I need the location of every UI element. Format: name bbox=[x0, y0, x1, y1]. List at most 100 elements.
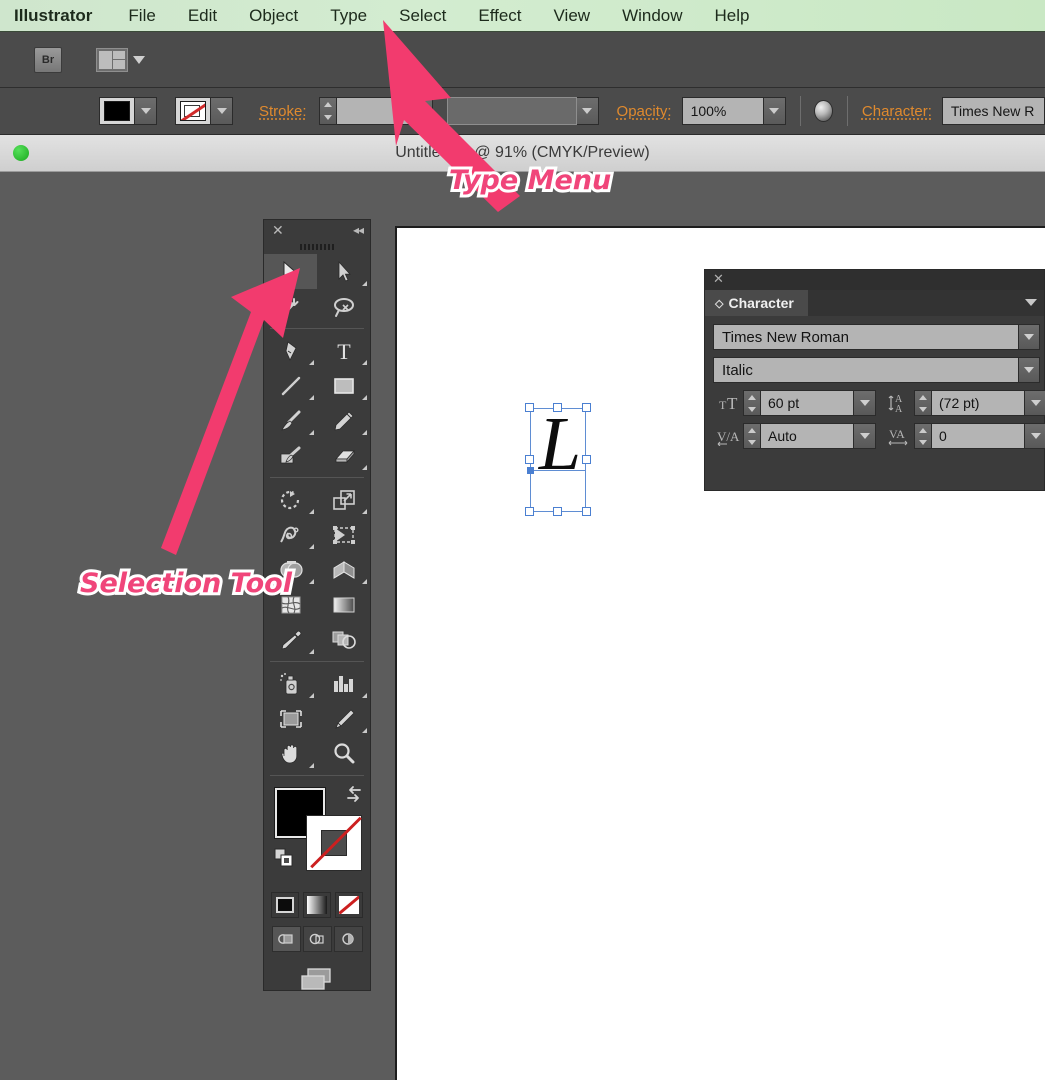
tool-column-graph-tool[interactable] bbox=[317, 666, 370, 701]
opacity-input[interactable]: 100% bbox=[681, 97, 764, 125]
menu-item-edit[interactable]: Edit bbox=[172, 1, 233, 31]
tracking-stepper[interactable] bbox=[914, 423, 931, 449]
handle-top-left[interactable] bbox=[525, 403, 534, 412]
stepper-up-icon[interactable] bbox=[748, 427, 756, 433]
close-icon[interactable]: ✕ bbox=[713, 272, 724, 286]
stroke-weight-stepper[interactable] bbox=[318, 97, 336, 125]
stroke-weight-dropdown-button[interactable] bbox=[410, 97, 433, 125]
menu-item-window[interactable]: Window bbox=[606, 1, 698, 31]
selected-text-object[interactable]: L bbox=[525, 403, 591, 516]
flyout-indicator-icon[interactable] bbox=[362, 728, 367, 733]
default-fill-stroke-icon[interactable] bbox=[274, 848, 294, 868]
tool-type-tool[interactable]: T bbox=[317, 333, 370, 368]
flyout-indicator-icon[interactable] bbox=[309, 544, 314, 549]
font-size-input[interactable]: 60 pt bbox=[760, 390, 854, 416]
tool-rectangle-tool[interactable] bbox=[317, 368, 370, 403]
draw-behind-button[interactable] bbox=[302, 926, 332, 952]
stepper-down-icon[interactable] bbox=[748, 406, 756, 412]
handle-middle-left[interactable] bbox=[525, 455, 534, 464]
chevron-down-icon[interactable] bbox=[133, 55, 145, 64]
stroke-weight-input[interactable] bbox=[335, 97, 411, 125]
opacity-dropdown-button[interactable] bbox=[763, 97, 786, 125]
flyout-indicator-icon[interactable] bbox=[309, 509, 314, 514]
menu-item-type[interactable]: Type bbox=[314, 1, 383, 31]
font-style-dropdown-button[interactable] bbox=[1018, 357, 1040, 383]
menu-item-object[interactable]: Object bbox=[233, 1, 314, 31]
stroke-color-swatch[interactable] bbox=[306, 815, 362, 871]
leading-stepper[interactable] bbox=[914, 390, 931, 416]
tool-scale-tool[interactable] bbox=[317, 482, 370, 517]
tool-free-transform-tool[interactable] bbox=[317, 517, 370, 552]
tool-paintbrush-tool[interactable] bbox=[264, 403, 317, 438]
menu-item-help[interactable]: Help bbox=[699, 1, 766, 31]
flyout-indicator-icon[interactable] bbox=[362, 693, 367, 698]
flyout-indicator-icon[interactable] bbox=[362, 395, 367, 400]
tool-artboard-tool[interactable] bbox=[264, 701, 317, 736]
flyout-indicator-icon[interactable] bbox=[309, 430, 314, 435]
flyout-indicator-icon[interactable] bbox=[362, 509, 367, 514]
flyout-indicator-icon[interactable] bbox=[309, 360, 314, 365]
handle-bottom-center[interactable] bbox=[553, 507, 562, 516]
tool-line-segment-tool[interactable] bbox=[264, 368, 317, 403]
stepper-down-icon[interactable] bbox=[748, 439, 756, 445]
draw-normal-button[interactable] bbox=[271, 926, 301, 952]
stepper-up-icon[interactable] bbox=[323, 102, 332, 107]
panel-menu-icon[interactable] bbox=[1025, 299, 1037, 306]
drag-grip[interactable] bbox=[300, 244, 334, 250]
menu-item-effect[interactable]: Effect bbox=[462, 1, 537, 31]
stepper-up-icon[interactable] bbox=[748, 394, 756, 400]
tracking-dropdown-button[interactable] bbox=[1025, 423, 1045, 449]
stroke-profile-input[interactable] bbox=[446, 97, 577, 125]
handle-middle-right[interactable] bbox=[582, 455, 591, 464]
font-size-dropdown-button[interactable] bbox=[854, 390, 876, 416]
swap-fill-stroke-icon[interactable] bbox=[344, 784, 364, 804]
tool-eraser-tool[interactable] bbox=[317, 438, 370, 473]
stepper-up-icon[interactable] bbox=[919, 427, 927, 433]
menu-item-select[interactable]: Select bbox=[383, 1, 462, 31]
change-screen-mode-button[interactable] bbox=[264, 964, 370, 994]
close-icon[interactable]: ✕ bbox=[272, 223, 284, 237]
menu-item-view[interactable]: View bbox=[538, 1, 607, 31]
tool-width-tool[interactable] bbox=[264, 517, 317, 552]
font-family-dropdown-button[interactable] bbox=[1018, 324, 1040, 350]
tab-character[interactable]: ◇ Character bbox=[705, 290, 808, 316]
font-family-input[interactable]: Times New Roman bbox=[713, 324, 1019, 350]
tool-hand-tool[interactable] bbox=[264, 736, 317, 771]
character-font-input[interactable]: Times New R bbox=[941, 97, 1045, 125]
handle-top-right[interactable] bbox=[582, 403, 591, 412]
tool-symbol-sprayer-tool[interactable] bbox=[264, 666, 317, 701]
tool-rotate-tool[interactable] bbox=[264, 482, 317, 517]
text-anchor-point[interactable] bbox=[527, 467, 534, 474]
stroke-profile-dropdown-button[interactable] bbox=[576, 97, 599, 125]
stepper-up-icon[interactable] bbox=[919, 394, 927, 400]
collapse-icon[interactable]: ◂◂ bbox=[353, 224, 364, 236]
stepper-down-icon[interactable] bbox=[919, 439, 927, 445]
go-to-bridge-button[interactable]: Br bbox=[34, 46, 62, 73]
tool-eyedropper-tool[interactable] bbox=[264, 622, 317, 657]
tool-zoom-tool[interactable] bbox=[317, 736, 370, 771]
none-button[interactable] bbox=[335, 892, 363, 918]
opacity-label[interactable]: Opacity: bbox=[617, 103, 672, 120]
flyout-indicator-icon[interactable] bbox=[309, 649, 314, 654]
kerning-input[interactable]: Auto bbox=[760, 423, 854, 449]
menu-item-file[interactable]: File bbox=[112, 1, 171, 31]
stroke-label[interactable]: Stroke: bbox=[259, 103, 307, 120]
handle-top-center[interactable] bbox=[553, 403, 562, 412]
font-size-stepper[interactable] bbox=[743, 390, 760, 416]
stepper-down-icon[interactable] bbox=[323, 115, 332, 120]
flyout-indicator-icon[interactable] bbox=[362, 281, 367, 286]
font-style-input[interactable]: Italic bbox=[713, 357, 1019, 383]
fill-dropdown-button[interactable] bbox=[135, 97, 157, 125]
arrange-documents-icon[interactable] bbox=[96, 47, 128, 72]
tool-blend-tool[interactable] bbox=[317, 622, 370, 657]
fill-swatch[interactable] bbox=[99, 97, 135, 125]
flyout-indicator-icon[interactable] bbox=[362, 465, 367, 470]
leading-input[interactable]: (72 pt) bbox=[931, 390, 1025, 416]
opacity-mask-icon[interactable] bbox=[814, 100, 834, 122]
stroke-dropdown-button[interactable] bbox=[211, 97, 233, 125]
tool-pen-tool[interactable] bbox=[264, 333, 317, 368]
draw-inside-button[interactable] bbox=[333, 926, 363, 952]
tool-gradient-tool[interactable] bbox=[317, 587, 370, 622]
tool-slice-tool[interactable] bbox=[317, 701, 370, 736]
flyout-indicator-icon[interactable] bbox=[309, 579, 314, 584]
